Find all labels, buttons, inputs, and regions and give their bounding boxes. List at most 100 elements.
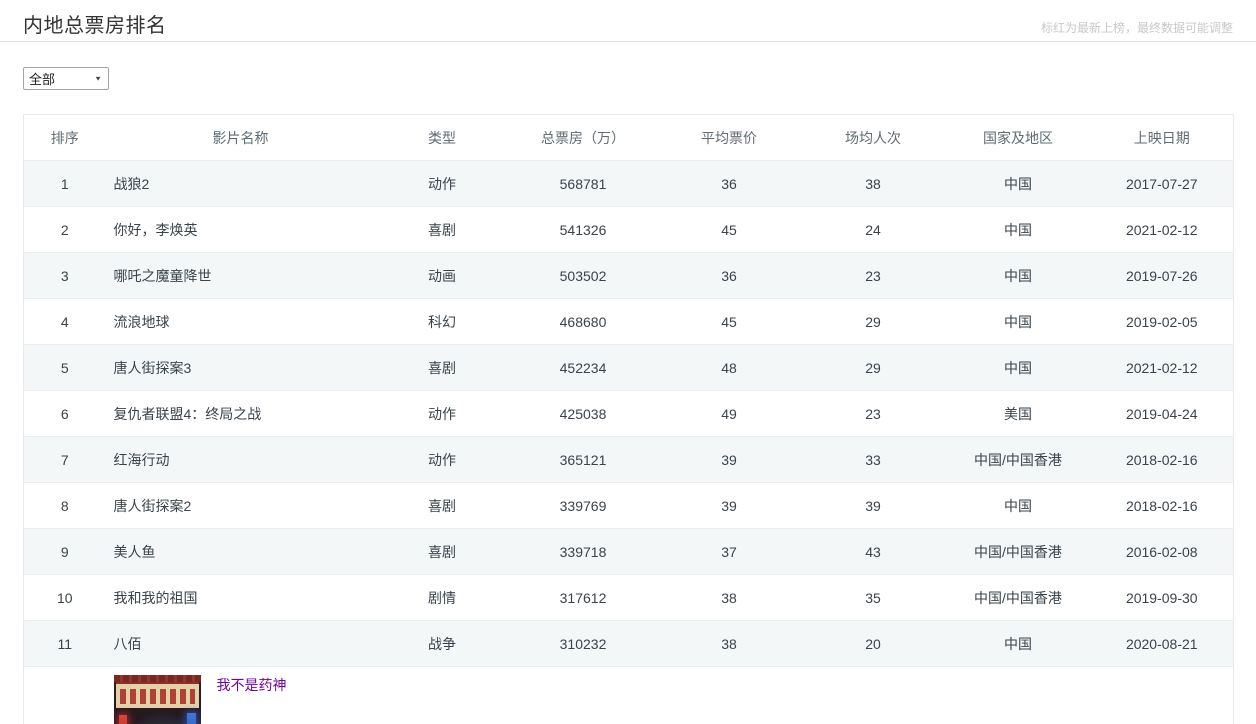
avg-price-cell: 38 — [657, 574, 801, 621]
avg-attendance-cell: 35 — [800, 574, 946, 621]
table-row: 7 红海行动 动作 365121 39 33 中国/中国香港 2018-02-1… — [23, 436, 1234, 483]
gross-cell: 541326 — [508, 206, 658, 253]
table-header: 排序 影片名称 类型 总票房（万） 平均票价 场均人次 国家及地区 上映日期 — [23, 114, 1234, 161]
avg-price-cell: 36 — [657, 252, 801, 299]
country-cell: 中国 — [945, 160, 1091, 207]
table-row: 2 你好，李焕英 喜剧 541326 45 24 中国 2021-02-12 — [23, 206, 1234, 253]
page-header: 内地总票房排名 标红为最新上榜，最终数据可能调整 — [0, 0, 1256, 42]
poster-neon-blue — [186, 713, 196, 724]
country-cell: 中国 — [945, 344, 1091, 391]
avg-attendance-cell: 39 — [800, 482, 946, 529]
gross-cell: 365121 — [508, 436, 658, 483]
header-release-date: 上映日期 — [1090, 114, 1234, 161]
release-date-cell: 2019-02-05 — [1090, 298, 1234, 345]
avg-attendance-cell: 38 — [800, 160, 946, 207]
header-gross: 总票房（万） — [508, 114, 658, 161]
rank-cell: 11 — [23, 620, 106, 667]
category-select[interactable]: 全部 ▼ — [23, 67, 109, 90]
avg-attendance-cell: 29 — [800, 298, 946, 345]
avg-attendance-cell: 43 — [800, 528, 946, 575]
gross-cell: 568781 — [508, 160, 658, 207]
rank-cell: 8 — [23, 482, 106, 529]
avg-attendance-cell: 23 — [800, 252, 946, 299]
table-row: 4 流浪地球 科幻 468680 45 29 中国 2019-02-05 — [23, 298, 1234, 345]
poster-sign-calligraphy — [119, 689, 195, 704]
avg-attendance-cell: 23 — [800, 390, 946, 437]
release-date-cell — [1090, 666, 1234, 724]
gross-cell: 452234 — [508, 344, 658, 391]
rank-cell: 10 — [23, 574, 106, 621]
gross-cell — [508, 666, 658, 724]
type-cell: 动作 — [375, 436, 509, 483]
country-cell: 中国/中国香港 — [945, 574, 1091, 621]
type-cell: 动作 — [375, 390, 509, 437]
poster-storefront-sign — [115, 682, 199, 708]
movie-title-cell: 唐人街探案2 — [105, 482, 376, 529]
avg-price-cell: 36 — [657, 160, 801, 207]
release-date-cell: 2019-07-26 — [1090, 252, 1234, 299]
header-country: 国家及地区 — [945, 114, 1091, 161]
type-cell: 喜剧 — [375, 528, 509, 575]
release-date-cell: 2018-02-16 — [1090, 436, 1234, 483]
country-cell: 中国 — [945, 620, 1091, 667]
movie-title-cell: 你好，李焕英 — [105, 206, 376, 253]
table-row: 5 唐人街探案3 喜剧 452234 48 29 中国 2021-02-12 — [23, 344, 1234, 391]
table-row: 6 复仇者联盟4：终局之战 动作 425038 49 23 美国 2019-04… — [23, 390, 1234, 437]
country-cell: 中国 — [945, 666, 1091, 724]
page-note: 标红为最新上榜，最终数据可能调整 — [1040, 21, 1233, 35]
avg-price-cell: 37 — [657, 528, 801, 575]
rank-cell: 1 — [23, 160, 106, 207]
type-cell: 动作 — [375, 160, 509, 207]
country-cell: 中国 — [945, 482, 1091, 529]
movie-title-cell: 哪吒之魔童降世 — [105, 252, 376, 299]
movie-title-link[interactable]: 我不是药神 — [217, 676, 287, 694]
movie-title-cell: 我不是药神 — [105, 666, 376, 724]
release-date-cell: 2017-07-27 — [1090, 160, 1234, 207]
header-movie-title: 影片名称 — [105, 114, 376, 161]
avg-price-cell: 45 — [657, 298, 801, 345]
country-cell: 中国/中国香港 — [945, 528, 1091, 575]
movie-title-cell: 战狼2 — [105, 160, 376, 207]
avg-attendance-cell: 24 — [800, 206, 946, 253]
rank-cell: 3 — [23, 252, 106, 299]
table-row: 11 八佰 战争 310232 38 20 中国 2020-08-21 — [23, 620, 1234, 667]
chevron-down-icon: ▼ — [94, 74, 102, 83]
header-avg-price: 平均票价 — [657, 114, 801, 161]
country-cell: 中国/中国香港 — [945, 436, 1091, 483]
type-cell: 喜剧 — [375, 206, 509, 253]
country-cell: 中国 — [945, 252, 1091, 299]
avg-price-cell: 38 — [657, 620, 801, 667]
table-row-featured: 我不是药神 剧情 中国 — [23, 666, 1234, 724]
movie-title-cell: 红海行动 — [105, 436, 376, 483]
type-cell: 剧情 — [375, 666, 509, 724]
avg-price-cell: 45 — [657, 206, 801, 253]
country-cell: 中国 — [945, 206, 1091, 253]
movie-poster-thumbnail[interactable] — [113, 675, 201, 724]
type-cell: 喜剧 — [375, 344, 509, 391]
header-row: 排序 影片名称 类型 总票房（万） 平均票价 场均人次 国家及地区 上映日期 — [23, 114, 1234, 161]
rank-cell — [23, 666, 106, 724]
gross-cell: 310232 — [508, 620, 658, 667]
gross-cell: 468680 — [508, 298, 658, 345]
avg-price-cell: 49 — [657, 390, 801, 437]
poster-sign-banner — [113, 675, 201, 682]
header-rank: 排序 — [23, 114, 106, 161]
rank-cell: 4 — [23, 298, 106, 345]
type-cell: 剧情 — [375, 574, 509, 621]
release-date-cell: 2018-02-16 — [1090, 482, 1234, 529]
gross-cell: 339718 — [508, 528, 658, 575]
rank-cell: 2 — [23, 206, 106, 253]
gross-cell: 425038 — [508, 390, 658, 437]
category-select-value: 全部 — [29, 72, 56, 87]
release-date-cell: 2021-02-12 — [1090, 206, 1234, 253]
table-row: 10 我和我的祖国 剧情 317612 38 35 中国/中国香港 2019-0… — [23, 574, 1234, 621]
table-row: 8 唐人街探案2 喜剧 339769 39 39 中国 2018-02-16 — [23, 482, 1234, 529]
avg-price-cell: 39 — [657, 482, 801, 529]
movie-title-cell: 美人鱼 — [105, 528, 376, 575]
avg-price-cell — [657, 666, 801, 724]
header-type: 类型 — [375, 114, 509, 161]
table-row: 9 美人鱼 喜剧 339718 37 43 中国/中国香港 2016-02-08 — [23, 528, 1234, 575]
type-cell: 动画 — [375, 252, 509, 299]
gross-cell: 339769 — [508, 482, 658, 529]
avg-attendance-cell: 29 — [800, 344, 946, 391]
